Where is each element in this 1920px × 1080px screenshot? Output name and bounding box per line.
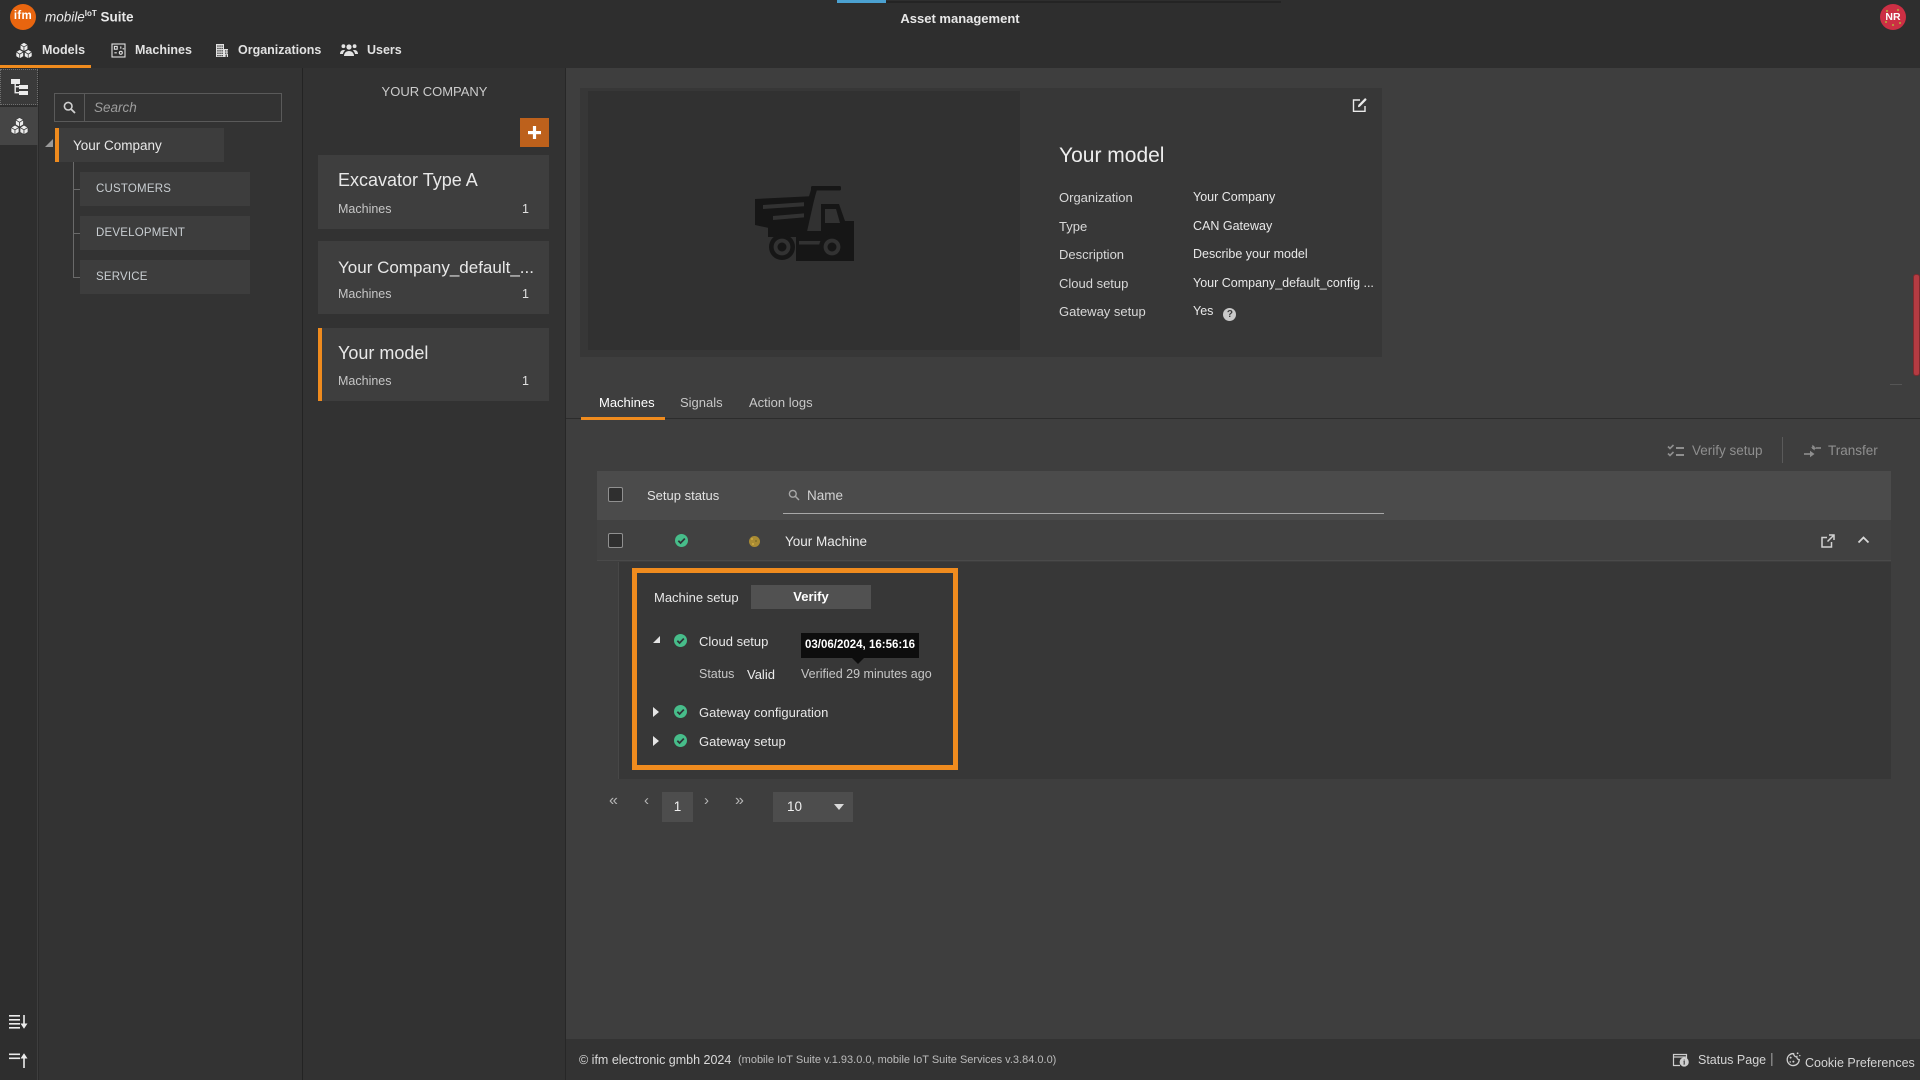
svg-text:i: i [1683, 1057, 1685, 1066]
